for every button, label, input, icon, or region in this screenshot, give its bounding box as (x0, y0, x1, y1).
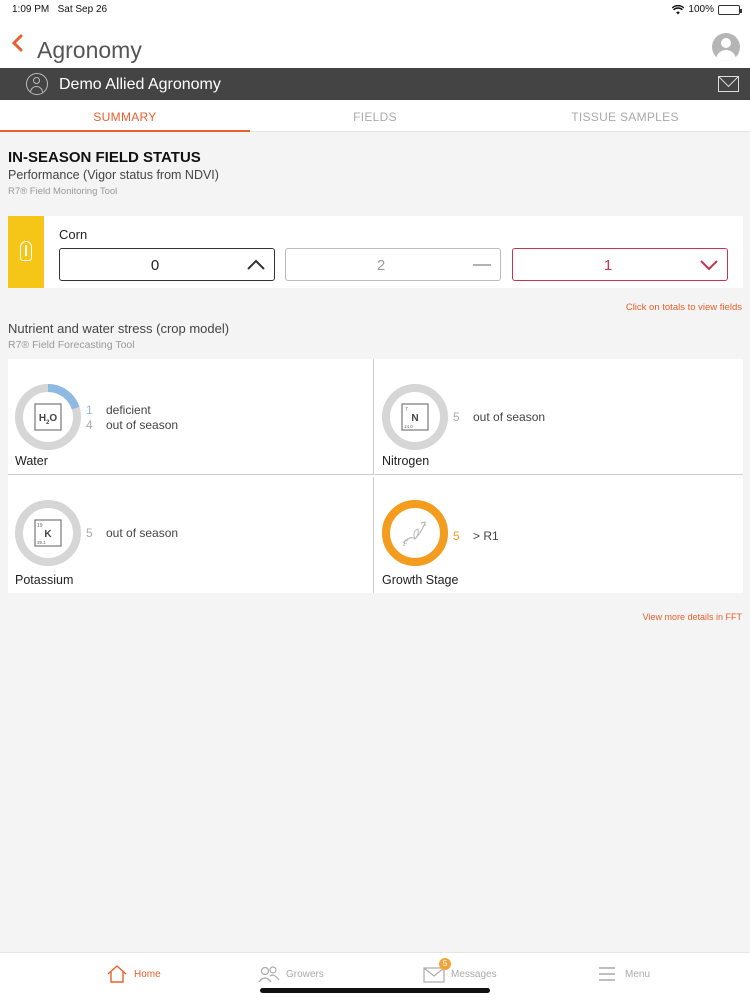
tab-bar: SUMMARY FIELDS TISSUE SAMPLES (0, 100, 750, 132)
view-fft-link[interactable]: View more details in FFT (643, 612, 742, 622)
back-button[interactable] (10, 34, 24, 55)
svg-text:19: 19 (37, 523, 43, 529)
count: 4 (86, 418, 93, 432)
count: 5 (86, 526, 93, 540)
total-value: 2 (376, 257, 386, 274)
total-value: 1 (603, 257, 613, 274)
svg-text:K: K (44, 529, 52, 540)
water-card[interactable]: H2O 1 deficient 4 out of season Water (8, 359, 374, 475)
envelope-icon: 5 (423, 958, 451, 984)
wifi-icon (672, 4, 685, 14)
stress-title: Nutrient and water stress (crop model) (8, 321, 230, 336)
svg-text:N: N (411, 413, 418, 424)
card-label: Nitrogen (382, 454, 430, 468)
field-status-subtitle: Performance (Vigor status from NDVI) (8, 168, 219, 182)
growers-icon (258, 966, 280, 983)
growth-stage-counts: 5 > R1 (453, 529, 499, 544)
page-title: Agronomy (37, 37, 142, 63)
card-label: Water (15, 454, 48, 468)
water-counts: 1 deficient 4 out of season (86, 403, 178, 433)
chevron-left-icon (11, 34, 23, 52)
count-label: out of season (473, 410, 546, 424)
count-label: > R1 (473, 529, 499, 543)
count-label: out of season (106, 526, 179, 540)
svg-text:39.1: 39.1 (37, 540, 46, 545)
tab-tissue-samples[interactable]: TISSUE SAMPLES (500, 100, 750, 132)
account-bar: Demo Allied Agronomy (0, 68, 750, 100)
potassium-card[interactable]: 19 K 39.1 5 out of season Potassium (8, 477, 374, 593)
status-bar: 1:09 PM Sat Sep 26 100% (0, 0, 750, 20)
stress-tool: R7® Field Forecasting Tool (8, 339, 135, 351)
nav-growers[interactable]: Growers (258, 963, 324, 985)
nav-home[interactable]: Home (106, 963, 161, 985)
card-label: Potassium (15, 573, 74, 587)
account-icon (26, 73, 48, 95)
chevron-up-icon (247, 259, 265, 270)
water-icon: H2O (15, 384, 81, 450)
count-label: deficient (106, 403, 151, 417)
crop-label: Corn (59, 227, 88, 242)
stress-grid: H2O 1 deficient 4 out of season Water 7 N … (8, 359, 743, 593)
growth-progress (382, 500, 448, 566)
messages-badge: 5 (439, 958, 451, 970)
nav-label: Growers (286, 968, 324, 980)
total-declining-button[interactable]: 1 (512, 248, 728, 281)
battery-percent: 100% (688, 4, 714, 15)
corn-card: Corn 0 2 1 (8, 216, 743, 288)
count: 5 (453, 529, 460, 543)
total-value: 0 (150, 257, 160, 274)
chevron-down-icon (700, 260, 718, 271)
count: 1 (86, 403, 93, 417)
nav-menu[interactable]: Menu (597, 963, 650, 985)
corn-strip (8, 216, 44, 288)
user-avatar-icon[interactable] (712, 33, 740, 61)
total-stable-button[interactable]: 2 (285, 248, 501, 281)
field-status-tool: R7® Field Monitoring Tool (8, 186, 118, 197)
growth-stage-icon: F (382, 500, 448, 566)
count-label: out of season (106, 418, 179, 432)
corn-icon (20, 241, 32, 261)
nitrogen-counts: 5 out of season (453, 410, 545, 425)
tab-fields[interactable]: FIELDS (250, 100, 500, 132)
count: 5 (453, 410, 460, 424)
nitrogen-card[interactable]: 7 N 14.0 5 out of season Nitrogen (375, 359, 743, 475)
menu-icon (599, 967, 615, 981)
tab-summary[interactable]: SUMMARY (0, 100, 250, 132)
home-indicator (260, 988, 490, 993)
nav-label: Menu (625, 968, 651, 980)
nav-messages[interactable]: 5 Messages (423, 958, 497, 985)
potassium-icon: 19 K 39.1 (15, 500, 81, 566)
nitrogen-icon: 7 N 14.0 (382, 384, 448, 450)
status-time: 1:09 PM Sat Sep 26 (12, 4, 108, 15)
svg-text:14.0: 14.0 (404, 424, 413, 429)
nav-label: Home (134, 968, 161, 980)
status-right: 100% (672, 4, 742, 15)
total-improving-button[interactable]: 0 (59, 248, 275, 281)
totals-hint: Click on totals to view fields (625, 302, 742, 313)
svg-text:F: F (402, 539, 408, 548)
field-status-title: IN-SEASON FIELD STATUS (8, 149, 201, 166)
navigation-bar: Agronomy (0, 20, 750, 68)
svg-text:7: 7 (405, 407, 408, 413)
home-icon (107, 965, 127, 983)
card-label: Growth Stage (382, 573, 459, 587)
account-name[interactable]: Demo Allied Agronomy (59, 76, 221, 94)
envelope-icon[interactable] (718, 76, 739, 92)
growth-stage-card[interactable]: F 5 > R1 Growth Stage (375, 477, 743, 593)
dash-icon (473, 264, 491, 266)
nav-label: Messages (451, 968, 497, 980)
potassium-counts: 5 out of season (86, 526, 178, 541)
battery-icon (718, 4, 742, 15)
